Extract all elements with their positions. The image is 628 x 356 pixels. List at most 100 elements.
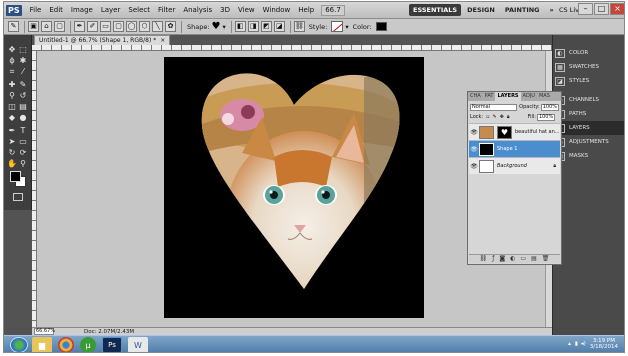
tray-arrow-icon[interactable]: ▴: [568, 341, 571, 347]
tab-paths[interactable]: PAT: [483, 92, 496, 101]
layer-row-shape[interactable]: 👁︎ Shape 1: [469, 140, 560, 157]
document-canvas[interactable]: [164, 57, 424, 318]
adjustment-layer-icon[interactable]: ◐: [510, 255, 515, 263]
crop-tool-icon[interactable]: ⌗: [7, 67, 17, 76]
blend-mode-select[interactable]: Normal: [470, 103, 518, 111]
dock-swatches[interactable]: ▦ SWATCHES: [555, 60, 624, 74]
network-icon[interactable]: ▮: [575, 341, 578, 347]
heart-shape-picker[interactable]: ♥: [212, 21, 221, 32]
blur-tool-icon[interactable]: ◆: [7, 113, 17, 122]
rounded-rectangle-icon[interactable]: ▢: [113, 21, 124, 32]
polygon-tool-icon[interactable]: ⬡: [139, 21, 150, 32]
minimize-icon[interactable]: –: [578, 3, 593, 15]
eraser-tool-icon[interactable]: ◫: [7, 102, 17, 111]
clone-stamp-icon[interactable]: ⚲: [7, 91, 17, 100]
workspace-essentials[interactable]: ESSENTIALS: [409, 4, 462, 16]
document-info[interactable]: Doc: 2.07M/2.43M: [84, 329, 134, 335]
rectangle-tool-icon[interactable]: ▭: [100, 21, 111, 32]
dock-adjustments[interactable]: ◑ ADJUSTMENTS: [555, 135, 624, 149]
ellipse-tool-icon[interactable]: ◯: [126, 21, 137, 32]
vertical-ruler[interactable]: [32, 51, 37, 327]
dock-masks[interactable]: ◯ MASKS: [555, 149, 624, 163]
delete-layer-icon[interactable]: 🗑︎: [542, 255, 550, 263]
workspace-painting[interactable]: PAINTING: [501, 4, 544, 16]
foreground-color-swatch[interactable]: [10, 171, 21, 182]
horizontal-ruler[interactable]: [32, 45, 552, 51]
move-tool-icon[interactable]: ✥: [7, 45, 17, 54]
eyedropper-icon[interactable]: ⁄: [18, 67, 28, 76]
paths-icon[interactable]: ⌂: [41, 21, 52, 32]
hand-tool-icon[interactable]: ✋: [7, 159, 17, 168]
layer-style-icon[interactable]: ƒ: [492, 255, 494, 263]
menu-help[interactable]: Help: [294, 6, 318, 14]
subtract-mode-icon[interactable]: ◨: [247, 21, 259, 32]
link-layers-icon[interactable]: ⛓: [480, 255, 488, 263]
tab-masks[interactable]: MAS: [537, 92, 552, 101]
new-group-icon[interactable]: ▭: [520, 255, 526, 263]
quick-mask-icon[interactable]: [13, 193, 23, 201]
3d-rotate-icon[interactable]: ↻: [7, 148, 17, 157]
dock-styles[interactable]: ◪ STYLES: [555, 74, 624, 88]
fill-input[interactable]: 100%: [536, 113, 556, 121]
tool-preset-icon[interactable]: ✎: [8, 21, 19, 32]
dock-color[interactable]: ◐ COLOR: [555, 46, 624, 60]
word-icon[interactable]: W: [128, 337, 148, 352]
maximize-icon[interactable]: □: [594, 3, 609, 15]
tab-layers[interactable]: LAYERS: [495, 92, 521, 101]
dock-channels[interactable]: ◎ CHANNELS: [555, 93, 624, 107]
clock[interactable]: 3:19 PM 3/18/2014: [590, 338, 618, 350]
menu-file[interactable]: File: [26, 6, 46, 14]
dodge-tool-icon[interactable]: ●: [18, 113, 28, 122]
menu-select[interactable]: Select: [124, 6, 154, 14]
lock-transparency-icon[interactable]: ▫: [486, 114, 489, 120]
menu-layer[interactable]: Layer: [97, 6, 125, 14]
menu-3d[interactable]: 3D: [216, 6, 234, 14]
dock-paths[interactable]: ✎ PATHS: [555, 107, 624, 121]
exclude-mode-icon[interactable]: ◪: [273, 21, 285, 32]
3d-orbit-icon[interactable]: ⟳: [18, 148, 28, 157]
link-icon[interactable]: ⛓: [293, 21, 305, 32]
custom-shape-icon[interactable]: ✿: [165, 21, 176, 32]
dock-layers[interactable]: ◈ LAYERS: [555, 121, 624, 135]
combine-mode-icon[interactable]: ◧: [234, 21, 246, 32]
lock-pixels-icon[interactable]: ✎: [492, 114, 496, 120]
tab-adjustments[interactable]: ADJU: [521, 92, 537, 101]
shape-color-swatch[interactable]: [375, 22, 387, 31]
tab-channels[interactable]: CHA: [468, 92, 483, 101]
history-brush-icon[interactable]: ↺: [18, 91, 28, 100]
lock-all-icon[interactable]: 🔒︎: [507, 114, 510, 120]
zoom-field[interactable]: 66.67%: [34, 328, 55, 335]
start-button-icon[interactable]: [10, 337, 28, 352]
visibility-eye-icon[interactable]: 👁︎: [469, 129, 479, 136]
file-explorer-icon[interactable]: ▆: [32, 337, 52, 352]
type-tool-icon[interactable]: T: [18, 126, 28, 135]
path-select-icon[interactable]: ➤: [7, 137, 17, 146]
custom-shape-tool-icon[interactable]: ▭: [18, 137, 28, 146]
photoshop-taskbar-icon[interactable]: Ps: [102, 337, 122, 352]
gradient-tool-icon[interactable]: ▤: [18, 102, 28, 111]
volume-icon[interactable]: ◂): [581, 341, 586, 347]
healing-brush-icon[interactable]: ✚: [7, 80, 17, 89]
lock-position-icon[interactable]: ✥: [500, 114, 504, 120]
chrome-icon[interactable]: [58, 337, 74, 352]
menu-view[interactable]: View: [234, 6, 259, 14]
utorrent-icon[interactable]: µ: [80, 337, 96, 352]
visibility-eye-icon[interactable]: 👁︎: [469, 163, 479, 170]
lasso-tool-icon[interactable]: ϕ: [7, 56, 17, 65]
layer-row-background[interactable]: 👁︎ Background 🔒︎: [469, 157, 560, 174]
menu-analysis[interactable]: Analysis: [179, 6, 216, 14]
menu-filter[interactable]: Filter: [154, 6, 179, 14]
layer-row-photo[interactable]: 👁︎ ♥ beautiful hat an...: [469, 123, 560, 140]
brush-tool-icon[interactable]: ✎: [18, 80, 28, 89]
quick-select-icon[interactable]: ✱: [18, 56, 28, 65]
style-dropdown-arrow[interactable]: ▾: [345, 23, 348, 31]
close-icon[interactable]: ×: [610, 3, 624, 15]
freeform-pen-icon[interactable]: ✐: [87, 21, 98, 32]
add-mask-icon[interactable]: ◙: [499, 255, 505, 263]
zoom-level-dropdown[interactable]: 66.7: [321, 4, 345, 16]
workspace-design[interactable]: DESIGN: [463, 4, 499, 16]
workspace-more[interactable]: »: [546, 4, 558, 16]
line-tool-icon[interactable]: ╲: [152, 21, 163, 32]
document-tab[interactable]: Untitled-1 @ 66.7% (Shape 1, RGB/8) * ×: [34, 35, 171, 45]
new-layer-icon[interactable]: ▤: [531, 255, 537, 263]
